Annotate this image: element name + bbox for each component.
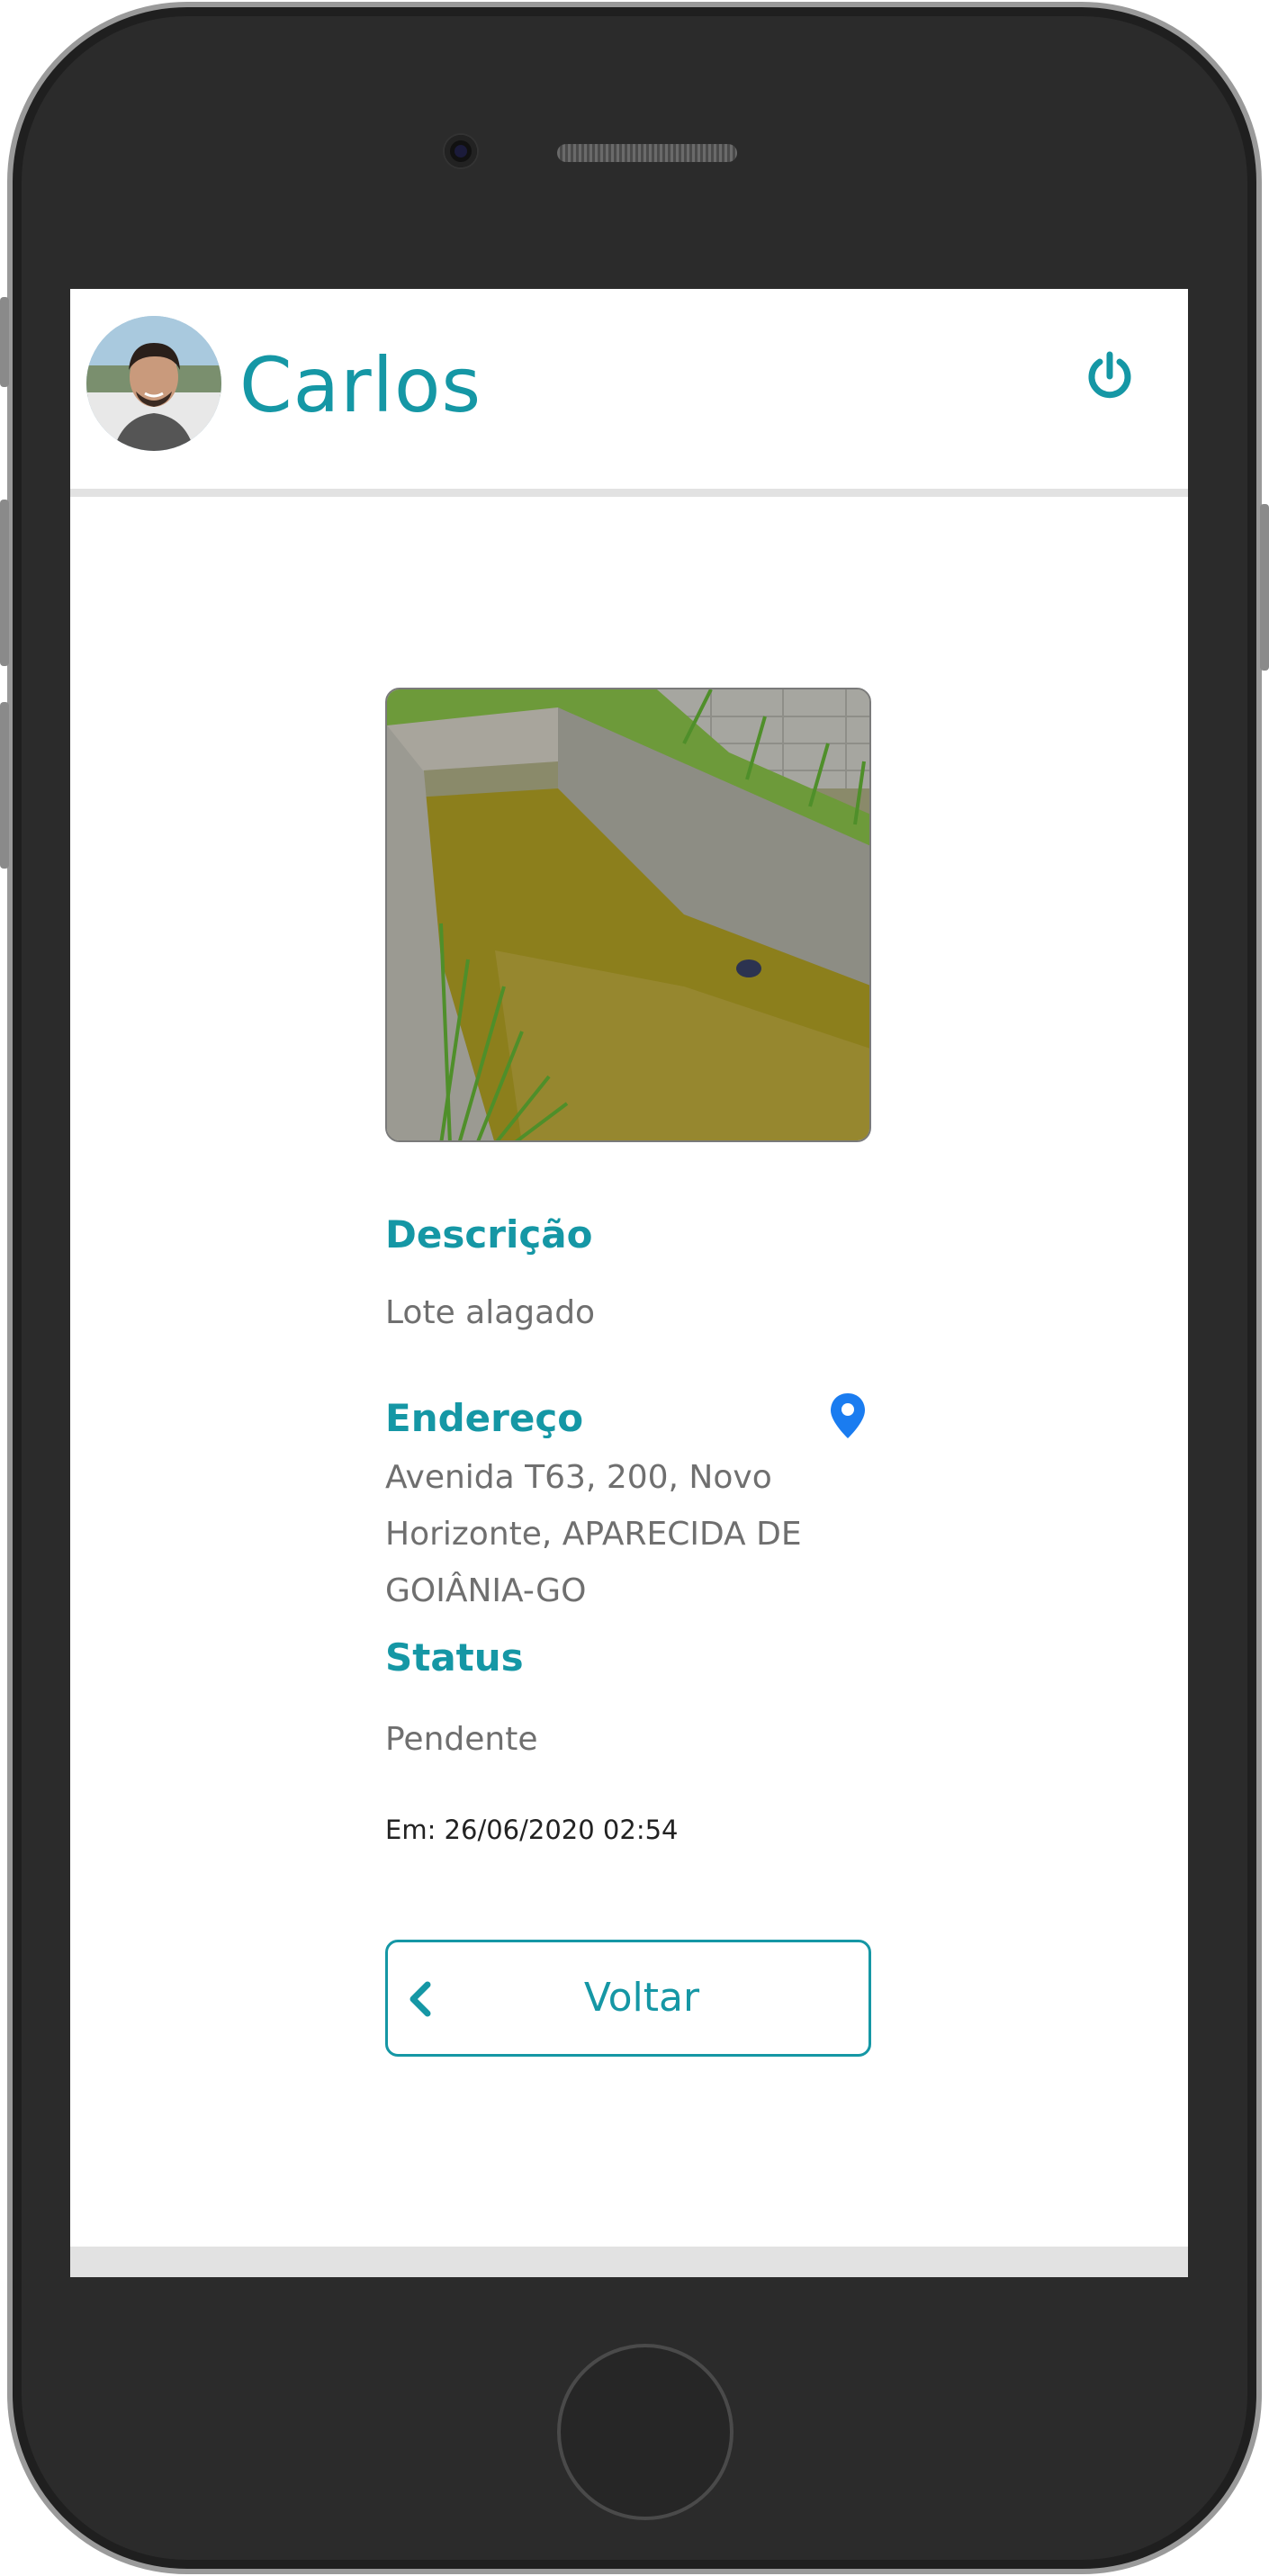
front-camera <box>445 135 477 167</box>
back-button[interactable]: Voltar <box>385 1940 871 2057</box>
address-line-1: Avenida T63, 200, Novo <box>385 1459 772 1496</box>
side-button <box>0 297 9 387</box>
header-bar: Carlos <box>70 289 1188 489</box>
app-screen: Carlos Descrição Lote alagado Endereço A… <box>70 289 1188 2277</box>
avatar-photo <box>86 316 221 451</box>
description-value: Lote alagado <box>385 1294 596 1331</box>
address-line-3: GOIÂNIA-GO <box>385 1572 587 1609</box>
power-icon[interactable] <box>1083 347 1137 401</box>
address-line-2: Horizonte, APARECIDA DE <box>385 1516 802 1553</box>
report-photo <box>385 688 871 1142</box>
user-avatar[interactable] <box>86 316 221 451</box>
volume-up-button <box>0 500 9 666</box>
address-label: Endereço <box>385 1396 584 1440</box>
username-title: Carlos <box>239 341 482 429</box>
earpiece-speaker <box>557 144 737 162</box>
report-date: Em: 26/06/2020 02:54 <box>385 1815 679 1845</box>
bottom-bar <box>70 2247 1188 2277</box>
back-button-label: Voltar <box>583 1975 700 2021</box>
volume-down-button <box>0 702 9 869</box>
home-button[interactable] <box>557 2344 734 2520</box>
header-divider <box>70 489 1188 497</box>
status-value: Pendente <box>385 1721 538 1758</box>
map-pin-icon[interactable] <box>828 1392 868 1440</box>
status-label: Status <box>385 1635 524 1680</box>
description-label: Descrição <box>385 1212 593 1256</box>
power-side-button <box>1260 504 1269 671</box>
